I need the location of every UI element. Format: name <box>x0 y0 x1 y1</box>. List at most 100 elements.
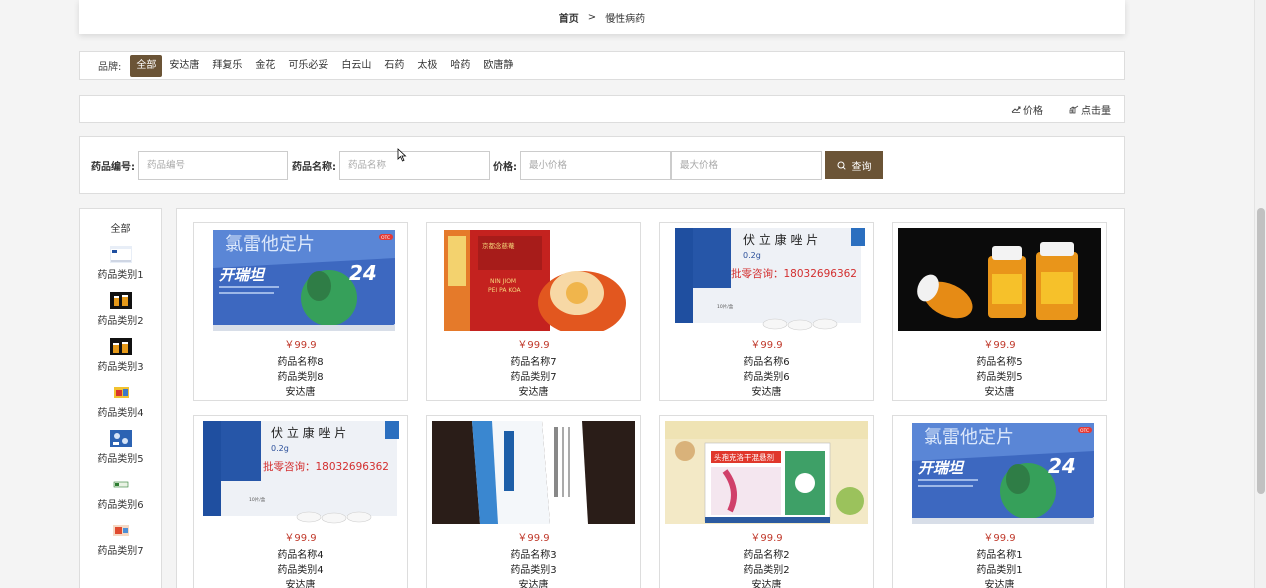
image-title: 氯雷他定片 <box>225 234 315 255</box>
product-name: 药品名称3 <box>510 550 557 561</box>
breadcrumb-home-link[interactable]: 首页 <box>559 10 579 25</box>
drug-code-input[interactable] <box>138 150 288 180</box>
image-title: 京都念慈菴 <box>482 241 515 250</box>
product-price: ￥99.9 <box>750 340 783 351</box>
image-count: 10片/盒 <box>717 303 734 310</box>
category-thumbnail <box>109 522 132 539</box>
search-form: 药品编号: 药品名称: 价格: 查询 <box>79 136 1125 194</box>
search-icon <box>837 161 846 170</box>
image-badge: OTC <box>381 235 390 241</box>
product-category: 药品类别3 <box>510 565 557 576</box>
product-name: 药品名称7 <box>510 357 557 368</box>
category-label: 药品类别7 <box>97 546 144 557</box>
product-name: 药品名称4 <box>277 550 324 561</box>
category-label: 药品类别5 <box>97 454 144 465</box>
image-brand: 开瑞坦 <box>918 459 965 477</box>
category-thumbnail <box>109 384 132 401</box>
product-category: 药品类别5 <box>976 372 1023 383</box>
category-thumbnail <box>109 476 132 493</box>
search-button-label: 查询 <box>851 161 872 173</box>
product-card[interactable]: 头孢克洛干混悬剂 ￥99.9 药品名称2 药品类别2 安达唐 <box>659 415 874 588</box>
category-item[interactable]: 药品类别7 <box>80 522 161 557</box>
category-sidebar: 全部 药品类别1 药品类别2 药品类别3 药品类别4 药品类别5 药品类别6 药… <box>79 208 162 588</box>
image-sub: NIN JIOM <box>490 278 516 285</box>
brand-filter-bar: 品牌: 全部 安达唐 拜复乐 金花 可乐必妥 白云山 石药 太极 哈药 欧唐静 <box>79 51 1125 80</box>
product-image: 伏 立 康 唑 片 0.2g 批零咨询：18032696362 10片/盒 <box>199 421 402 524</box>
product-price: ￥99.9 <box>750 533 783 544</box>
brand-filter-item[interactable]: 金花 <box>249 55 281 77</box>
breadcrumb-separator: > <box>587 11 597 23</box>
min-price-input[interactable] <box>520 150 671 180</box>
category-item[interactable]: 药品类别2 <box>80 292 161 327</box>
category-thumbnail <box>109 292 132 309</box>
product-category: 药品类别8 <box>277 372 324 383</box>
price-label: 价格: <box>493 161 517 173</box>
code-label: 药品编号: <box>91 161 135 173</box>
product-category: 药品类别7 <box>510 372 557 383</box>
name-label: 药品名称: <box>292 161 336 173</box>
brand-filter-item[interactable]: 哈药 <box>444 55 476 77</box>
category-item[interactable]: 药品类别6 <box>80 476 161 511</box>
brand-filter-label: 品牌: <box>98 62 122 73</box>
product-grid: 氯雷他定片 OTC 开瑞坦 24 ￥99.9 药品名称8 药品类别8 安达唐 京… <box>176 208 1125 588</box>
brand-filter-item[interactable]: 太极 <box>411 55 443 77</box>
product-category: 药品类别6 <box>743 372 790 383</box>
scrollbar-thumb[interactable] <box>1257 208 1265 494</box>
image-dose: 0.2g <box>271 444 289 453</box>
product-brand: 安达唐 <box>984 580 1015 588</box>
brand-filter-all[interactable]: 全部 <box>130 54 163 77</box>
product-brand: 安达唐 <box>751 580 782 588</box>
max-price-input[interactable] <box>671 150 822 180</box>
category-thumbnail <box>109 338 132 355</box>
product-image <box>432 421 635 524</box>
category-item[interactable]: 药品类别5 <box>80 430 161 465</box>
brand-filter-item[interactable]: 拜复乐 <box>206 55 248 77</box>
drug-name-input[interactable] <box>339 150 490 180</box>
product-name: 药品名称6 <box>743 357 790 368</box>
image-badge: OTC <box>1080 428 1089 434</box>
category-item[interactable]: 药品类别1 <box>80 246 161 281</box>
sort-by-price-button[interactable]: 价格 <box>1011 102 1043 117</box>
product-card[interactable]: ￥99.9 药品名称5 药品类别5 安达唐 <box>892 222 1107 401</box>
product-card[interactable]: 伏 立 康 唑 片 0.2g 批零咨询：18032696362 10片/盒 ￥9… <box>659 222 874 401</box>
mouse-cursor-icon <box>397 148 407 162</box>
page-scrollbar[interactable] <box>1254 0 1266 588</box>
category-all[interactable]: 全部 <box>80 220 161 235</box>
image-sub2: PEI PA KOA <box>488 287 522 294</box>
brand-filter-item[interactable]: 白云山 <box>335 55 377 77</box>
product-card[interactable]: 京都念慈菴 NIN JIOM PEI PA KOA ￥99.9 药品名称7 药品… <box>426 222 641 401</box>
brand-filter-item[interactable]: 可乐必妥 <box>282 55 334 77</box>
product-image: 伏 立 康 唑 片 0.2g 批零咨询：18032696362 10片/盒 <box>665 228 868 331</box>
product-price: ￥99.9 <box>284 340 317 351</box>
product-brand: 安达唐 <box>285 580 316 588</box>
image-title: 头孢克洛干混悬剂 <box>714 452 774 462</box>
image-number: 24 <box>349 261 377 285</box>
product-price: ￥99.9 <box>284 533 317 544</box>
brand-filter-item[interactable]: 安达唐 <box>163 55 205 77</box>
product-name: 药品名称8 <box>277 357 324 368</box>
product-image: 氯雷他定片 OTC 开瑞坦 24 <box>898 421 1101 524</box>
product-name: 药品名称2 <box>743 550 790 561</box>
product-image: 氯雷他定片 OTC 开瑞坦 24 <box>199 228 402 331</box>
product-card[interactable]: 氯雷他定片 OTC 开瑞坦 24 ￥99.9 药品名称8 药品类别8 安达唐 <box>193 222 408 401</box>
category-item[interactable]: 药品类别3 <box>80 338 161 373</box>
image-title: 氯雷他定片 <box>924 427 1014 448</box>
search-button[interactable]: 查询 <box>825 151 883 179</box>
category-label: 药品类别1 <box>97 270 144 281</box>
image-phone: 批零咨询：18032696362 <box>731 267 857 280</box>
product-price: ￥99.9 <box>517 340 550 351</box>
product-name: 药品名称5 <box>976 357 1023 368</box>
product-category: 药品类别4 <box>277 565 324 576</box>
sort-by-clicks-button[interactable]: 点击量 <box>1069 102 1111 117</box>
bar-chart-icon <box>1069 105 1079 113</box>
product-card[interactable]: 伏 立 康 唑 片 0.2g 批零咨询：18032696362 10片/盒 ￥9… <box>193 415 408 588</box>
product-price: ￥99.9 <box>983 533 1016 544</box>
category-item[interactable]: 药品类别4 <box>80 384 161 419</box>
brand-filter-item[interactable]: 石药 <box>378 55 410 77</box>
product-card[interactable]: ￥99.9 药品名称3 药品类别3 安达唐 <box>426 415 641 588</box>
product-card[interactable]: 氯雷他定片 OTC 开瑞坦 24 ￥99.9 药品名称1 药品类别1 安达唐 <box>892 415 1107 588</box>
category-label: 药品类别6 <box>97 500 144 511</box>
product-brand: 安达唐 <box>518 387 549 398</box>
category-label: 药品类别3 <box>97 362 144 373</box>
brand-filter-item[interactable]: 欧唐静 <box>477 55 519 77</box>
